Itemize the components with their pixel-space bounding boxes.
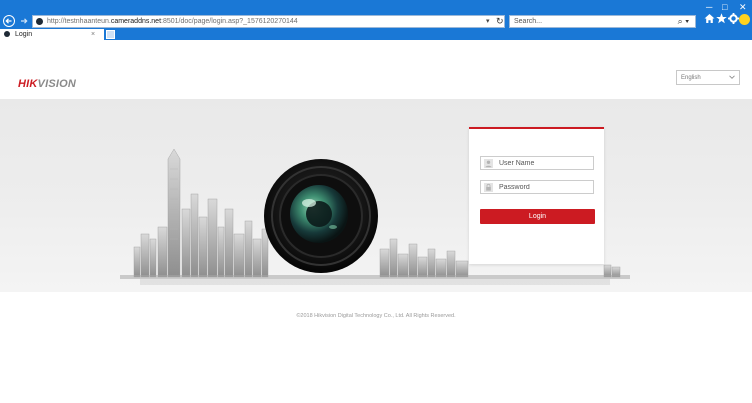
tab-close-icon[interactable]: × — [91, 29, 95, 40]
copyright-text: ©2018 Hikvision Digital Technology Co., … — [296, 313, 456, 319]
close-window-button[interactable]: ✕ — [739, 2, 747, 12]
search-box[interactable]: Search... ⌕ ▾ — [509, 15, 696, 28]
address-bar[interactable]: http://testnhaanteun.cameraddns.net:8501… — [32, 15, 505, 28]
login-button[interactable]: Login — [480, 209, 595, 224]
search-icon[interactable]: ⌕ ▾ — [678, 16, 689, 27]
chevron-down-icon — [729, 75, 735, 79]
tab-login[interactable]: Login × — [0, 29, 104, 40]
new-tab-button[interactable] — [106, 30, 115, 39]
tab-title[interactable]: Login — [15, 29, 32, 40]
hikvision-logo: HIKVISION — [18, 78, 77, 90]
username-field[interactable] — [480, 156, 594, 170]
tab-favicon-icon — [4, 31, 10, 37]
login-banner: Login — [0, 99, 752, 292]
city-camera-lens-illustration — [120, 148, 630, 285]
forward-icon[interactable] — [18, 15, 30, 27]
refresh-icon[interactable]: ↻ — [496, 16, 504, 27]
address-dropdown-icon[interactable]: ▾ — [486, 17, 490, 27]
lock-icon — [484, 183, 493, 192]
minimize-button[interactable]: ─ — [706, 2, 712, 12]
username-input[interactable] — [499, 157, 591, 169]
back-icon[interactable] — [3, 15, 15, 27]
user-icon — [484, 159, 493, 168]
maximize-button[interactable]: □ — [722, 2, 727, 12]
site-favicon-icon — [36, 18, 43, 25]
page-content: HIKVISION English User Name Login ©2018 … — [0, 40, 752, 403]
address-url[interactable]: http://testnhaanteun.cameraddns.net:8501… — [47, 17, 298, 27]
browser-chrome: ─ □ ✕ http://testnhaanteun.cameraddns.ne… — [0, 0, 752, 40]
search-placeholder[interactable]: Search... — [514, 17, 542, 27]
password-field[interactable] — [480, 180, 594, 194]
language-select[interactable]: English — [676, 70, 740, 85]
camera-lens-icon — [264, 159, 378, 273]
login-panel: Login — [469, 127, 604, 264]
language-value[interactable]: English — [681, 72, 701, 84]
feedback-smiley-icon[interactable] — [739, 14, 750, 25]
password-input[interactable] — [499, 181, 591, 193]
